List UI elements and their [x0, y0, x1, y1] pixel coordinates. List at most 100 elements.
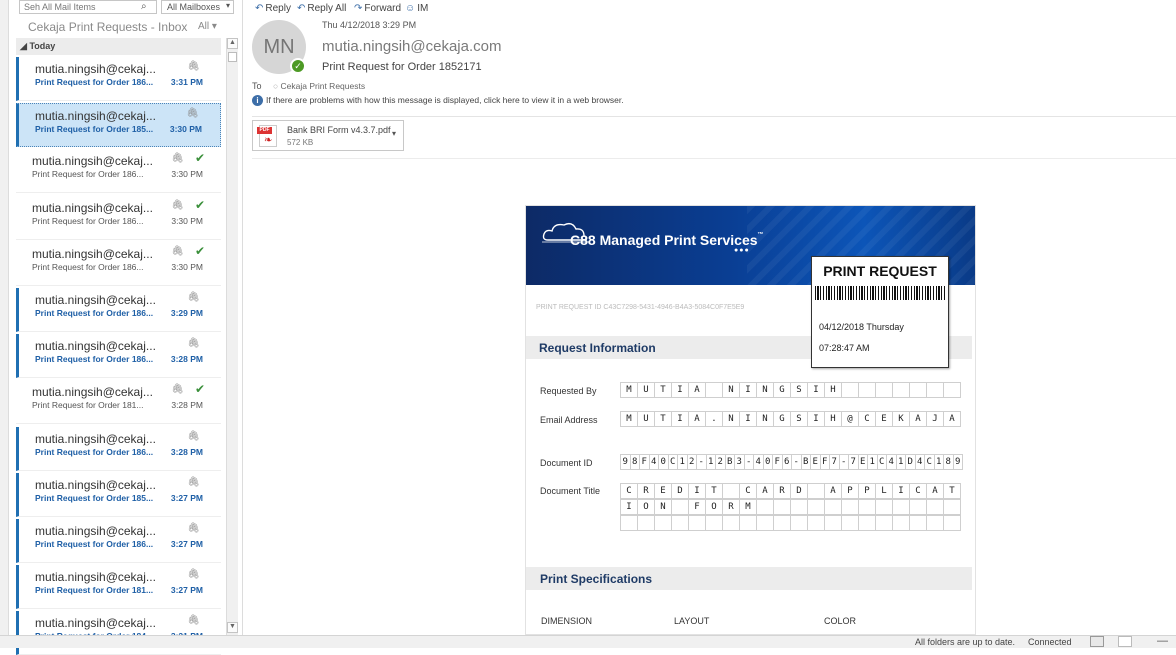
email-boxes: M U T I A. N I N G S I H @ C E K A J A: [620, 411, 961, 427]
pdf-tag: PDF: [257, 127, 272, 134]
message-sender: mutia.ningsih@cekaj...: [32, 201, 153, 215]
sync-status: All folders are up to date.: [915, 637, 1016, 647]
print-request-form: C88 Managed Print Services™ ●●● PRINT RE…: [525, 205, 976, 635]
collapse-triangle-icon: ◢: [20, 41, 27, 51]
char-box: I: [808, 411, 825, 427]
message-time: 3:30 PM: [171, 262, 203, 272]
char-box: C: [925, 454, 935, 470]
info-icon: i: [252, 95, 263, 106]
char-box: R: [723, 499, 740, 515]
message-list-item[interactable]: mutia.ningsih@cekaj...Print Request for …: [16, 380, 221, 424]
char-box: A: [689, 411, 706, 427]
message-list-scrollbar[interactable]: [226, 38, 238, 635]
folder-title: Cekaja Print Requests - Inbox: [28, 20, 188, 34]
message-subject-preview: Print Request for Order 186...: [35, 354, 154, 364]
char-box: P: [842, 483, 859, 499]
checkmark-icon[interactable]: ✔: [195, 151, 205, 165]
spec-dimension: DIMENSION: [541, 616, 593, 626]
message-list-item[interactable]: mutia.ningsih@cekaj...Print Request for …: [16, 57, 221, 101]
checkmark-icon[interactable]: ✔: [195, 198, 205, 212]
acrobat-icon: ❧: [264, 135, 273, 146]
message-time: 3:28 PM: [170, 447, 203, 457]
char-box: [876, 499, 893, 515]
char-box: [910, 499, 927, 515]
char-box: [842, 499, 859, 515]
paperclip-icon: 🖇: [187, 615, 200, 626]
char-box: T: [655, 411, 672, 427]
char-box: 7: [830, 454, 840, 470]
message-sender: mutia.ningsih@cekaj...: [32, 247, 153, 261]
char-box: G: [774, 382, 791, 398]
zoom-out-icon[interactable]: —: [1157, 635, 1168, 647]
char-box: 2: [716, 454, 726, 470]
chevron-down-icon: ▾: [225, 1, 230, 10]
reading-view-icon[interactable]: [1118, 636, 1132, 647]
message-list-item[interactable]: mutia.ningsih@cekaj...Print Request for …: [16, 196, 221, 240]
char-box: [876, 515, 893, 531]
folder-pane-collapsed[interactable]: [0, 0, 9, 635]
char-box: [842, 382, 859, 398]
info-bar[interactable]: i If there are problems with how this mes…: [252, 95, 624, 106]
message-list-item[interactable]: mutia.ningsih@cekaj...Print Request for …: [16, 103, 221, 147]
reply-button[interactable]: ↶ Reply: [255, 3, 291, 14]
chevron-down-icon[interactable]: ▾: [392, 129, 396, 138]
normal-view-icon[interactable]: [1090, 636, 1104, 647]
char-box: [808, 515, 825, 531]
paperclip-icon: 🖇: [171, 200, 184, 211]
checkmark-icon[interactable]: ✔: [195, 244, 205, 258]
paperclip-icon: 🖇: [171, 153, 184, 164]
message-list-item[interactable]: mutia.ningsih@cekaj...Print Request for …: [16, 149, 221, 193]
search-icon[interactable]: ⌕: [141, 1, 147, 12]
message-list-item[interactable]: mutia.ningsih@cekaj...Print Request for …: [16, 334, 221, 378]
char-box: C: [910, 483, 927, 499]
message-list-item[interactable]: mutia.ningsih@cekaj...Print Request for …: [16, 288, 221, 332]
group-header-today[interactable]: ◢ Today: [16, 38, 221, 55]
sender-address[interactable]: mutia.ningsih@cekaja.com: [322, 38, 501, 55]
requested-by-boxes: MUTIA NINGSIH: [620, 382, 961, 398]
char-box: [944, 515, 961, 531]
mailbox-scope-dropdown[interactable]: All Mailboxes ▾: [161, 0, 234, 14]
scroll-down-arrow-icon[interactable]: ▼: [227, 622, 238, 633]
char-box: [740, 515, 757, 531]
message-time: 3:29 PM: [170, 308, 203, 318]
char-box: I: [672, 382, 689, 398]
trademark-symbol: ™: [757, 232, 764, 238]
forward-button[interactable]: ↷ Forward: [354, 3, 401, 14]
char-box: -: [697, 454, 707, 470]
reply-all-button[interactable]: ↶ Reply All: [297, 3, 346, 14]
message-list-item[interactable]: mutia.ningsih@cekaj...Print Request for …: [16, 519, 221, 563]
email-label: Email Address: [540, 415, 598, 425]
message-time: 3:27 PM: [170, 539, 203, 549]
char-box: F: [820, 454, 830, 470]
char-box: T: [655, 382, 672, 398]
message-list-item[interactable]: mutia.ningsih@cekaj...Print Request for …: [16, 427, 221, 471]
char-box: H: [825, 411, 842, 427]
char-box: 4: [915, 454, 925, 470]
message-list-item[interactable]: mutia.ningsih@cekaj...Print Request for …: [16, 611, 221, 655]
char-box: K: [893, 411, 910, 427]
attachment-chip[interactable]: PDF ❧ Bank BRI Form v4.3.7.pdf 572 KB ▾: [252, 120, 404, 151]
search-input[interactable]: Seh All Mail Items: [19, 0, 157, 14]
message-sender: mutia.ningsih@cekaj...: [35, 339, 156, 353]
message-time: 3:27 PM: [170, 585, 203, 595]
filter-label: All: [198, 21, 210, 32]
char-box: J: [927, 411, 944, 427]
pane-divider[interactable]: [242, 0, 243, 635]
message-list-item[interactable]: mutia.ningsih@cekaj...Print Request for …: [16, 242, 221, 286]
char-box: [638, 515, 655, 531]
message-list-item[interactable]: mutia.ningsih@cekaj...Print Request for …: [16, 473, 221, 517]
recipient[interactable]: ○ Cekaja Print Requests: [273, 81, 365, 91]
scrollbar-thumb[interactable]: [228, 52, 237, 62]
char-box: 1: [934, 454, 944, 470]
char-box: [621, 515, 638, 531]
message-time: 3:30 PM: [171, 216, 203, 226]
char-box: 1: [678, 454, 688, 470]
scroll-up-arrow-icon[interactable]: ▲: [227, 38, 238, 49]
checkmark-icon[interactable]: ✔: [195, 382, 205, 396]
filter-dropdown[interactable]: All ▾: [198, 21, 217, 32]
char-box: S: [791, 382, 808, 398]
paperclip-icon: 🖇: [186, 108, 199, 119]
paperclip-icon: 🖇: [187, 477, 200, 488]
im-button[interactable]: ☺ IM: [405, 3, 428, 14]
message-list-item[interactable]: mutia.ningsih@cekaj...Print Request for …: [16, 565, 221, 609]
